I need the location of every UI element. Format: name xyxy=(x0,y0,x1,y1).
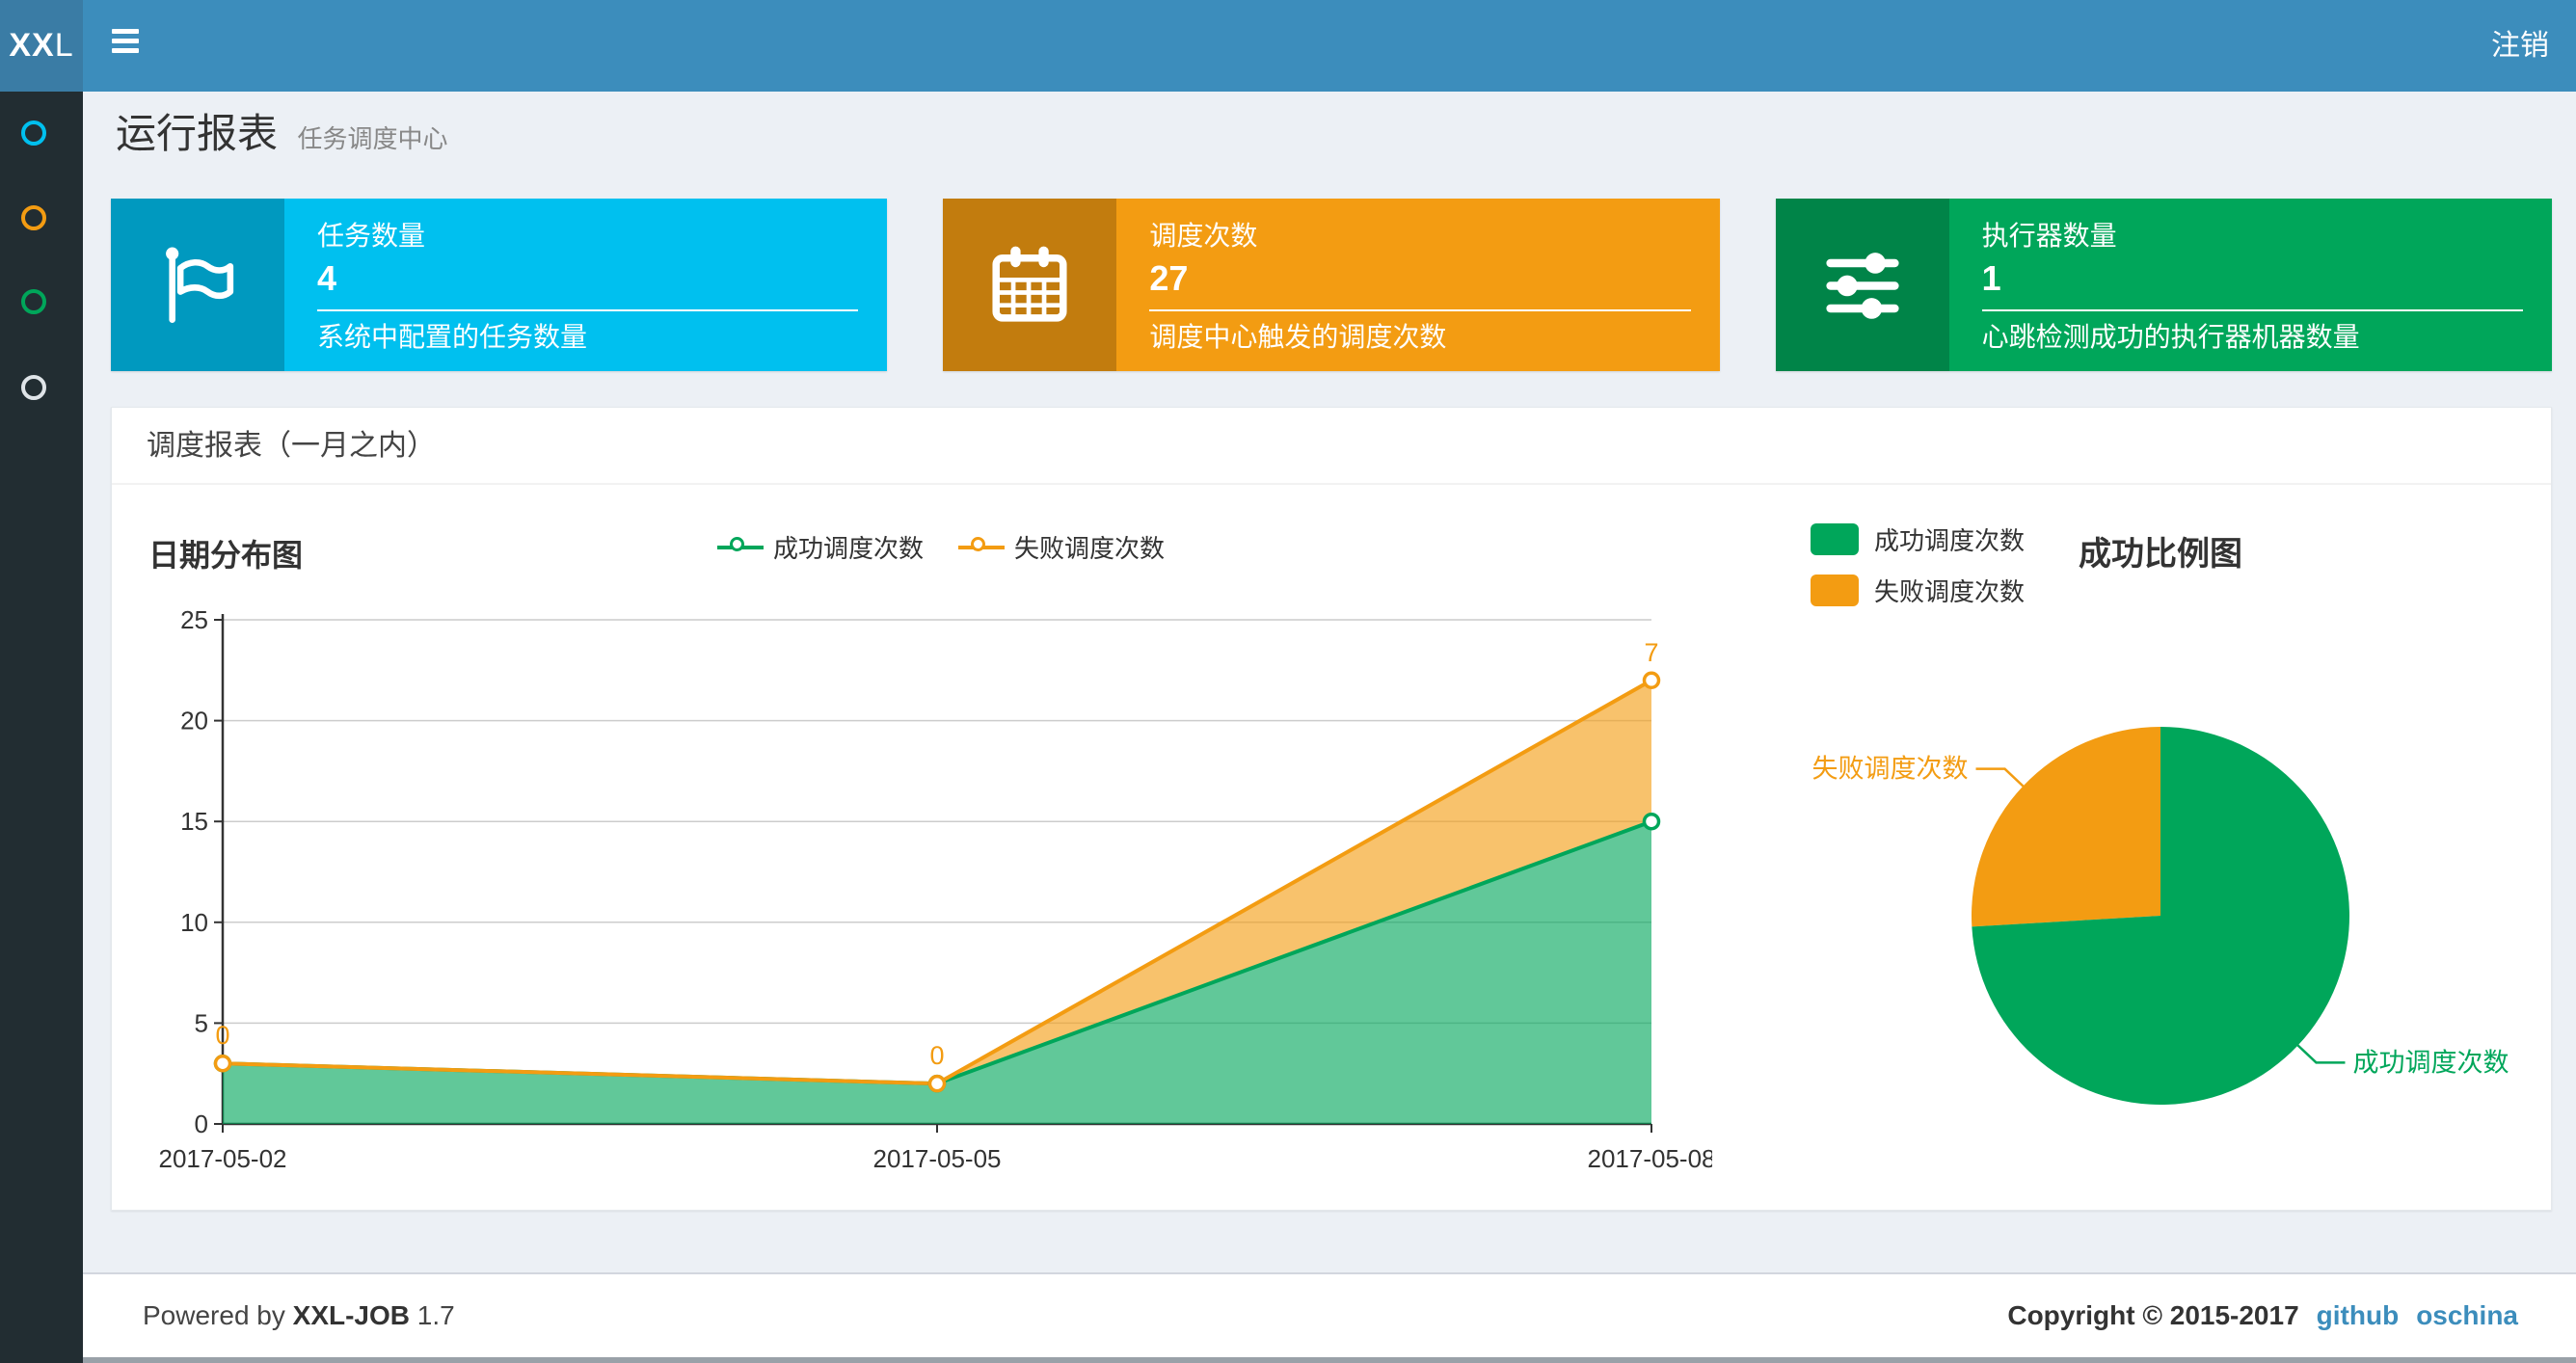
sidebar-item-executor-manage[interactable] xyxy=(21,289,46,314)
info-box-label: 调度次数 xyxy=(1149,221,1258,251)
flag-icon xyxy=(111,199,284,371)
left-sidebar xyxy=(0,92,83,1363)
logo-rest-text: L xyxy=(54,27,74,64)
product-name: XXL-JOB xyxy=(292,1300,411,1330)
info-box-label: 任务数量 xyxy=(317,221,426,251)
date-distribution-chart: 05101520252017-05-02 2017-05-05 2017-05-08… xyxy=(159,605,1713,1173)
success-ratio-pie-chart: 失败调度次数成功调度次数 xyxy=(1812,727,2509,1105)
svg-text:0: 0 xyxy=(195,1109,208,1138)
logout-button[interactable]: 注销 xyxy=(2464,0,2576,92)
page-title: 运行报表 xyxy=(116,111,279,156)
info-box-body: 任务数量 4 系统中配置的任务数量 xyxy=(284,199,887,371)
info-box-value: 4 xyxy=(317,258,337,298)
github-link[interactable]: github xyxy=(2317,1274,2400,1357)
top-navbar: XXL 注销 xyxy=(0,0,2576,92)
page-bottom-strip xyxy=(83,1357,2576,1363)
logo-bold-text: XX xyxy=(9,27,55,64)
svg-text:0: 0 xyxy=(215,1021,229,1050)
copyright-text: Copyright © 2015-2017 xyxy=(2007,1300,2299,1330)
svg-text:0: 0 xyxy=(929,1041,944,1070)
info-box-divider xyxy=(1981,309,2523,311)
info-box-trigger-count: 调度次数 27 调度中心触发的调度次数 xyxy=(943,199,1720,371)
info-box-label: 执行器数量 xyxy=(1981,221,2117,251)
info-box-value: 1 xyxy=(1981,258,2001,298)
info-box-row: 任务数量 4 系统中配置的任务数量 调度次数 27 调度中心触发的调度次数 执行… xyxy=(111,199,2552,371)
info-box-executor-count: 执行器数量 1 心跳检测成功的执行器机器数量 xyxy=(1775,199,2552,371)
info-box-description: 系统中配置的任务数量 xyxy=(317,322,588,352)
svg-text:失败调度次数: 失败调度次数 xyxy=(1812,755,1969,784)
page-subtitle: 任务调度中心 xyxy=(297,124,448,153)
footer-powered-by: Powered by XXL-JOB 1.7 xyxy=(143,1274,455,1357)
svg-text:25: 25 xyxy=(180,605,208,634)
footer: Powered by XXL-JOB 1.7 Copyright © 2015-… xyxy=(83,1272,2576,1357)
svg-text:15: 15 xyxy=(180,807,208,836)
powered-prefix: Powered by xyxy=(143,1300,285,1330)
oschina-link[interactable]: oschina xyxy=(2416,1274,2518,1357)
info-box-body: 调度次数 27 调度中心触发的调度次数 xyxy=(1116,199,1719,371)
info-box-job-count: 任务数量 4 系统中配置的任务数量 xyxy=(111,199,888,371)
svg-text:2017-05-05: 2017-05-05 xyxy=(873,1144,1002,1173)
svg-text:成功调度次数: 成功调度次数 xyxy=(2352,1048,2509,1077)
sidebar-item-job-manage[interactable] xyxy=(21,205,46,230)
content-area: 运行报表 任务调度中心 任务数量 4 系统中配置的任务数量 调度次数 27 调度… xyxy=(83,92,2576,1272)
info-box-description: 心跳检测成功的执行器机器数量 xyxy=(1981,322,2360,352)
svg-text:20: 20 xyxy=(180,707,208,735)
page-header: 运行报表 任务调度中心 xyxy=(116,101,447,160)
svg-text:10: 10 xyxy=(180,908,208,937)
product-version: 1.7 xyxy=(416,1300,455,1330)
panel-title: 调度报表（一月之内） xyxy=(112,408,2551,485)
info-box-body: 执行器数量 1 心跳检测成功的执行器机器数量 xyxy=(1949,199,2552,371)
app-logo[interactable]: XXL xyxy=(0,0,83,92)
svg-text:2017-05-02: 2017-05-02 xyxy=(159,1144,287,1173)
info-box-divider xyxy=(1149,309,1691,311)
calendar-icon xyxy=(943,199,1117,371)
info-box-value: 27 xyxy=(1149,258,1189,298)
sidebar-toggle-icon[interactable] xyxy=(112,29,141,64)
svg-text:5: 5 xyxy=(195,1008,208,1037)
svg-text:7: 7 xyxy=(1644,638,1658,667)
sidebar-item-help[interactable] xyxy=(21,375,46,400)
report-panel: 调度报表（一月之内） 日期分布图 成功调度次数 失败调度次数 成功调度次数 失败… xyxy=(111,407,2552,1211)
footer-copyright: Copyright © 2015-2017 github oschina xyxy=(2007,1274,2518,1357)
sidebar-item-run-report[interactable] xyxy=(21,120,46,146)
info-box-divider xyxy=(317,309,859,311)
sliders-icon xyxy=(1775,199,1949,371)
svg-text:2017-05-08: 2017-05-08 xyxy=(1588,1144,1713,1173)
info-box-description: 调度中心触发的调度次数 xyxy=(1149,322,1447,352)
